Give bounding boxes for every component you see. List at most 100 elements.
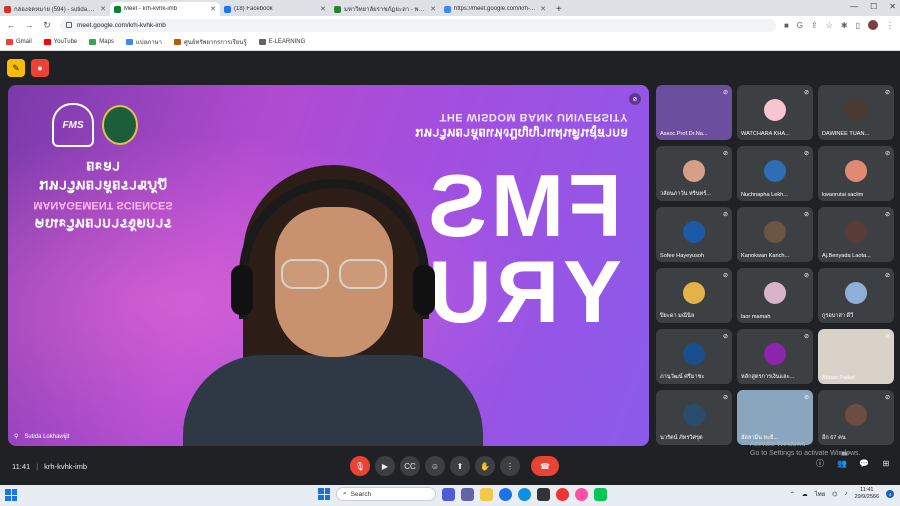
participant-tile[interactable]: ⊘ WATCHARA KHA... [737, 85, 813, 140]
google-icon[interactable]: G [797, 21, 803, 30]
minimize-icon[interactable]: — [850, 2, 858, 11]
emoji-button[interactable]: ☺ [425, 456, 445, 476]
task-view-icon[interactable] [442, 487, 455, 501]
participant-tile[interactable]: ⊘ นวรัตน์ ภัทรวิศรุต [656, 390, 732, 445]
taskbar-clock[interactable]: 11:41 29/9/2566 [855, 487, 879, 501]
lang-indicator[interactable]: ไทย [815, 489, 826, 499]
bookmark-item[interactable]: Maps [89, 39, 114, 45]
sidebar-icon[interactable]: ▯ [856, 21, 860, 30]
tray-chevron-icon[interactable]: ⌃ [790, 491, 795, 498]
people-icon[interactable]: 👥 85 [836, 451, 850, 469]
close-tab-icon[interactable]: ✕ [320, 5, 326, 13]
browser-tab[interactable]: กล่องจดหมาย (594) - sutida.s@y... ✕ [0, 2, 110, 16]
onedrive-icon[interactable]: ☁ [802, 491, 808, 498]
participant-tile[interactable]: ⊘ Kanokwan Kanch... [737, 207, 813, 262]
mic-toggle-button[interactable]: 🎙 [350, 456, 370, 476]
mic-muted-icon: ⊘ [722, 273, 728, 279]
participant-tile[interactable]: ⊘ กูรอบาสา ดีวี [818, 268, 894, 323]
bookmarks-bar: Gmail YouTube Maps แปลภาษา ศูนย์ทรัพยากรการเ… [0, 34, 900, 51]
back-icon[interactable]: ← [6, 20, 16, 30]
browser-tab[interactable]: Meet - krh-kvhk-imb ✕ [110, 2, 220, 16]
bookmark-star-icon[interactable]: ☆ [826, 21, 833, 30]
captions-button[interactable]: CC [400, 456, 420, 476]
browser-tab[interactable]: https://meet.google.com/krh-... ✕ [440, 2, 550, 16]
close-tab-icon[interactable]: ✕ [210, 5, 216, 13]
raise-hand-button[interactable]: ✋ [475, 456, 495, 476]
close-tab-icon[interactable]: ✕ [540, 5, 546, 13]
more-options-button[interactable]: ⋮ [500, 456, 520, 476]
participant-name: ปิยะดา มณีนิล [660, 313, 695, 319]
present-button[interactable]: ⬆ [450, 456, 470, 476]
host-controls-icon[interactable]: ✎ [7, 59, 25, 77]
pin-icon[interactable]: ⚲ [14, 433, 18, 440]
speaker-name-label: ⚲ Sutida Lokhawijit [14, 433, 70, 441]
close-tab-icon[interactable]: ✕ [100, 5, 106, 13]
taskbar-search[interactable]: ⌕ Search [336, 487, 436, 501]
participant-tile[interactable]: ⊘ ปิยะดา มณีนิล [656, 268, 732, 323]
info-icon[interactable]: ⓘ [814, 457, 826, 469]
participant-tile[interactable]: ⊘ ภานุวัฒน์ ศรีมาชะ [656, 329, 732, 384]
participant-tile[interactable]: ⊘ อีก 67 คน [818, 390, 894, 445]
close-tab-icon[interactable]: ✕ [430, 5, 436, 13]
new-tab-button[interactable]: + [550, 2, 568, 16]
bookmark-item[interactable]: ศูนย์ทรัพยากรการเรียนรู้ [173, 37, 247, 47]
start-button[interactable] [318, 488, 330, 500]
bookmark-item[interactable]: YouTube [43, 39, 77, 45]
bookmark-item[interactable]: E-LEARNING [258, 39, 305, 45]
opera-icon[interactable] [556, 487, 569, 501]
mic-muted-icon: ⊘ [884, 395, 890, 401]
participant-name: วลัยนภาวัน หรินทร์... [660, 191, 711, 197]
participant-tile[interactable]: ⊘ Aj.Benyada Laota... [818, 207, 894, 262]
search-icon: ⌕ [343, 490, 347, 497]
teams-icon[interactable] [461, 487, 474, 501]
tab-favicon-icon [334, 5, 341, 13]
store-icon[interactable] [537, 487, 550, 501]
recording-icon[interactable]: ● [31, 59, 49, 77]
mic-muted-icon: ⊘ [884, 334, 890, 340]
widgets-icon[interactable] [5, 489, 17, 501]
camera-toggle-button[interactable]: ▶ [375, 456, 395, 476]
mic-muted-icon: ⊘ [884, 273, 890, 279]
forward-icon[interactable]: → [24, 20, 34, 30]
participant-tile[interactable]: ⊘ ฮัลลามีน หะยี... [737, 390, 813, 445]
share-icon[interactable]: ⇪ [811, 21, 818, 30]
chrome-icon[interactable] [499, 487, 512, 501]
notification-badge[interactable]: 4 [886, 490, 894, 498]
mic-muted-icon: ⊘ [722, 151, 728, 157]
meet-side-controls: ⓘ 👥 85 💬 ⊞ [814, 451, 892, 469]
app-icon[interactable] [575, 487, 588, 501]
bookmark-item[interactable]: Gmail [6, 39, 32, 45]
participant-tile[interactable]: ⊘ Sofee Hayeyusoh [656, 207, 732, 262]
edge-icon[interactable] [518, 487, 531, 501]
participant-tile[interactable]: ⊘ หลักสูตรการเงินและ... [737, 329, 813, 384]
participant-tile[interactable]: ⊘ Abbas Paiket [818, 329, 894, 384]
avatar [845, 99, 867, 121]
url-bar[interactable]: meet.google.com/krh-kvhk-imb [60, 18, 776, 32]
bookmark-item[interactable]: แปลภาษา [125, 37, 162, 47]
participant-tile[interactable]: ⊘ Assoc.Prof.Dr.Na... [656, 85, 732, 140]
participant-tile[interactable]: ⊘ Nuchnapha Lekh... [737, 146, 813, 201]
leave-call-button[interactable]: ☎ [531, 456, 559, 476]
participant-tile[interactable]: ⊘ laor mamah [737, 268, 813, 323]
browser-tab[interactable]: (18) Facebook ✕ [220, 2, 330, 16]
participant-name: WATCHARA KHA... [741, 131, 790, 137]
profile-avatar[interactable] [868, 20, 878, 30]
meet-top-indicators: ✎ ● [7, 59, 49, 77]
chat-icon[interactable]: 💬 [858, 457, 870, 469]
reload-icon[interactable]: ↻ [42, 20, 52, 31]
participant-tile[interactable]: ⊘ วลัยนภาวัน หรินทร์... [656, 146, 732, 201]
volume-icon[interactable]: ♪ [845, 491, 848, 497]
participant-tile[interactable]: ⊘ kwanrutai saclim [818, 146, 894, 201]
file-explorer-icon[interactable] [480, 487, 493, 501]
menu-icon[interactable]: ⋮ [886, 21, 894, 30]
activities-icon[interactable]: ⊞ [880, 457, 892, 469]
close-window-icon[interactable]: ✕ [889, 2, 896, 11]
extensions-icon[interactable]: ✱ [841, 21, 848, 30]
browser-tab[interactable]: มหาวิทยาลัยราชภัฏยะลา - พลังปัญญ...✕ [330, 2, 440, 16]
network-icon[interactable]: ⌬ [832, 491, 837, 498]
main-speaker-tile[interactable]: FMS คณะวิทยาการจัดการ MANAGEMENT SCIENCE… [8, 85, 649, 446]
maximize-icon[interactable]: ☐ [870, 2, 877, 11]
camera-indicator-icon[interactable]: ■ [784, 21, 789, 30]
participant-tile[interactable]: ⊘ DAWINEE TUAN... [818, 85, 894, 140]
line-icon[interactable] [594, 487, 607, 501]
